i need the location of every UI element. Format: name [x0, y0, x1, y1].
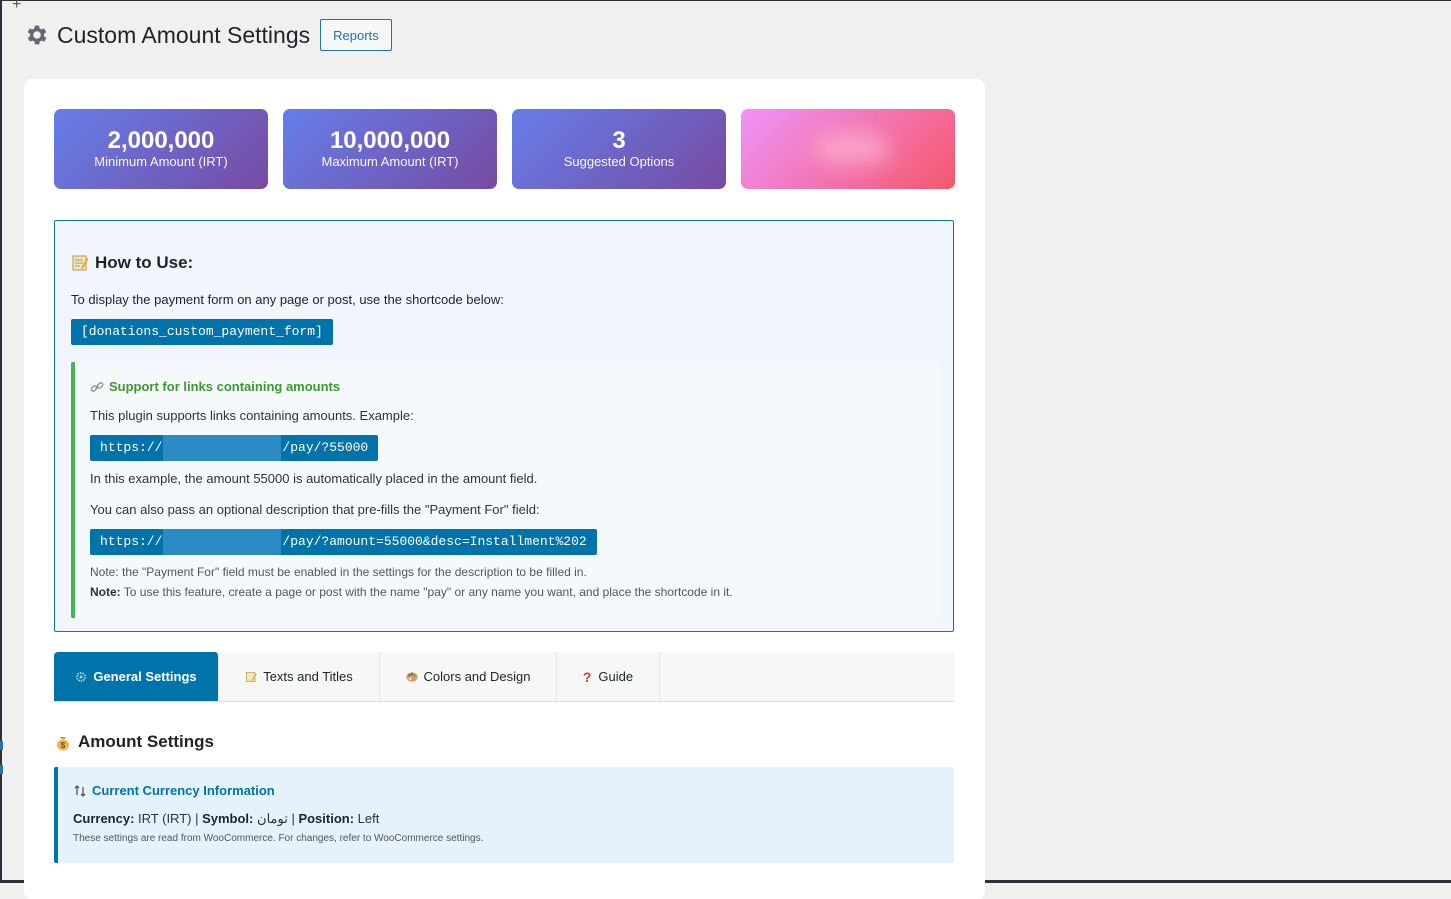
- currency-note: These settings are read from WooCommerce…: [73, 833, 484, 844]
- how-to-use-title-text: How to Use:: [95, 253, 194, 272]
- note-2-text: To use this feature, create a page or po…: [120, 585, 733, 599]
- stats-row: 2,000,000 Minimum Amount (IRT) 10,000,00…: [54, 109, 955, 189]
- url-prefix: https://: [100, 534, 163, 549]
- links-title-text: Support for links containing amounts: [109, 379, 341, 394]
- how-to-use-description: To display the payment form on any page …: [71, 292, 504, 307]
- tab-label: General Settings: [93, 669, 197, 684]
- memo-icon: [72, 255, 89, 271]
- settings-tabs: General Settings Texts and Titles Colors…: [54, 652, 954, 702]
- page-title: Custom Amount Settings: [57, 22, 311, 48]
- palette-icon: [405, 671, 418, 682]
- stat-label: Minimum Amount (IRT): [94, 154, 228, 169]
- how-to-use-box: How to Use: To display the payment form …: [54, 220, 954, 632]
- tab-texts-and-titles[interactable]: Texts and Titles: [219, 652, 380, 701]
- note-1: Note: the "Payment For" field must be en…: [90, 565, 587, 579]
- reports-button[interactable]: Reports: [320, 19, 392, 51]
- symbol-value: تومان |: [253, 811, 299, 826]
- stat-card-minimum: 2,000,000 Minimum Amount (IRT): [54, 109, 268, 189]
- money-bag-icon: $: [57, 737, 69, 751]
- symbol-label: Symbol:: [202, 811, 254, 826]
- link-icon: [90, 381, 104, 392]
- url-prefix: https://: [100, 440, 163, 455]
- example-url-2[interactable]: https:// /pay/?amount=55000&desc=Installm…: [90, 529, 597, 555]
- exchange-icon: [74, 784, 86, 797]
- url-suffix: /pay/?55000: [282, 440, 369, 455]
- example-1-note: In this example, the amount 55000 is aut…: [90, 471, 538, 486]
- tab-guide[interactable]: ? Guide: [557, 652, 660, 701]
- position-label: Position:: [298, 811, 355, 826]
- redacted-domain: [163, 529, 282, 555]
- stat-value: 3: [612, 127, 626, 154]
- plus-icon: +: [12, 0, 22, 13]
- svg-text:$: $: [61, 741, 66, 750]
- scroll-marker: [0, 741, 3, 750]
- currency-info-title-text: Current Currency Information: [92, 783, 275, 798]
- stat-card-redacted: [741, 109, 955, 189]
- currency-details: Currency: IRT (IRT) | Symbol: تومان | Po…: [73, 811, 379, 827]
- links-support-box: Support for links containing amounts Thi…: [71, 362, 939, 618]
- question-icon: ?: [582, 668, 592, 685]
- tab-label: Texts and Titles: [263, 669, 353, 684]
- example-url-1[interactable]: https:// /pay/?55000: [90, 435, 379, 461]
- how-to-use-title: How to Use:: [71, 253, 193, 273]
- tab-colors-and-design[interactable]: Colors and Design: [380, 652, 557, 701]
- tab-label: Colors and Design: [423, 669, 531, 684]
- gear-icon: [27, 25, 47, 45]
- redacted-blur: [811, 131, 891, 165]
- amount-settings-title-text: Amount Settings: [78, 732, 214, 751]
- stat-value: 2,000,000: [107, 127, 215, 154]
- stat-value: 10,000,000: [329, 127, 451, 154]
- tab-general-settings[interactable]: General Settings: [54, 652, 219, 701]
- note-2: Note: To use this feature, create a page…: [90, 585, 733, 599]
- stat-card-maximum: 10,000,000 Maximum Amount (IRT): [283, 109, 497, 189]
- currency-label: Currency:: [73, 811, 135, 826]
- currency-info-box: Current Currency Information Currency: I…: [54, 767, 954, 863]
- redacted-domain: [163, 435, 282, 461]
- tab-label: Guide: [598, 669, 634, 684]
- stat-label: Maximum Amount (IRT): [321, 154, 459, 169]
- links-title: Support for links containing amounts: [90, 379, 340, 394]
- links-intro: This plugin supports links containing am…: [90, 408, 414, 423]
- example-2-intro: You can also pass an optional descriptio…: [90, 502, 540, 517]
- currency-value: IRT (IRT) |: [134, 811, 203, 826]
- currency-info-title: Current Currency Information: [73, 783, 275, 798]
- shortcode-chip[interactable]: [donations_custom_payment_form]: [71, 319, 333, 345]
- gear-icon: [76, 671, 87, 682]
- url-suffix: /pay/?amount=55000&desc=Installment%202: [282, 534, 587, 549]
- stat-label: Suggested Options: [563, 154, 675, 169]
- memo-icon: [246, 671, 257, 682]
- scroll-marker: [0, 765, 3, 774]
- settings-panel: 2,000,000 Minimum Amount (IRT) 10,000,00…: [24, 79, 985, 899]
- page-header: Custom Amount Settings Reports: [24, 19, 392, 51]
- position-value: Left: [354, 811, 380, 826]
- note-2-label: Note:: [90, 585, 121, 599]
- stat-card-suggested: 3 Suggested Options: [512, 109, 726, 189]
- amount-settings-title: $ Amount Settings: [54, 732, 214, 752]
